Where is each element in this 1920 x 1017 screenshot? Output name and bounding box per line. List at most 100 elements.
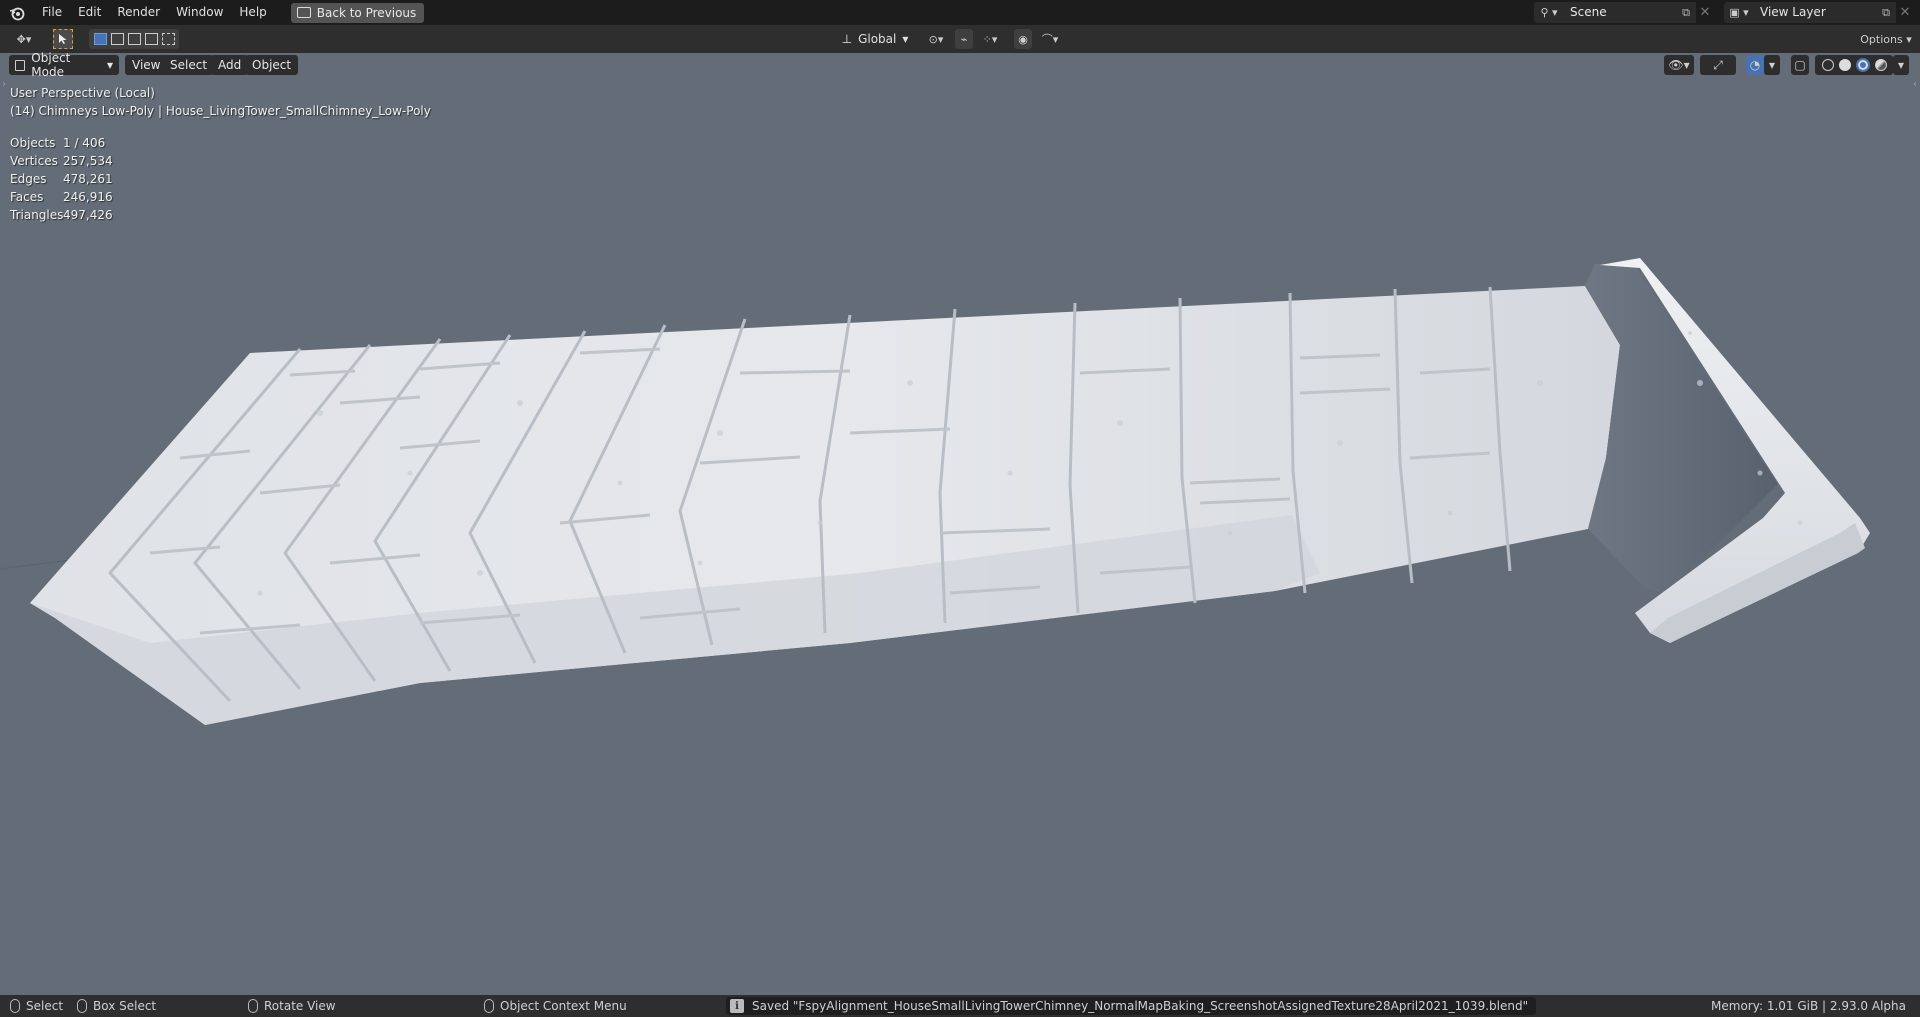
scene-statistics: Objects 1 / 406 Vertices 257,534 Edges 4…	[10, 134, 113, 224]
right-mouse-icon	[484, 999, 494, 1013]
orientation-axis-icon: ⊥	[841, 32, 853, 46]
status-box-select-hint: Box Select	[77, 998, 156, 1014]
add-menu[interactable]: Add	[211, 55, 249, 75]
stat-row-faces: Faces 246,916	[10, 188, 113, 206]
proportional-falloff-icon[interactable]: ⌒▾	[1036, 29, 1064, 49]
scene-name-field[interactable]: Scene	[1564, 2, 1676, 23]
view-layer-name-field[interactable]: View Layer	[1754, 2, 1876, 23]
proportional-edit-icon[interactable]: ◉	[1014, 29, 1032, 49]
back-to-previous-button[interactable]: Back to Previous	[290, 2, 425, 23]
status-box-select-label: Box Select	[93, 999, 157, 1013]
status-select-label: Select	[26, 999, 64, 1013]
options-dropdown[interactable]: Options ▾	[1858, 29, 1914, 49]
3d-viewport[interactable]: ‹ ›	[0, 53, 1920, 995]
stat-value: 497,426	[63, 208, 113, 222]
viewport-perspective-label: User Perspective (Local)	[10, 86, 155, 100]
status-select-hint: Select	[10, 998, 63, 1014]
view-menu[interactable]: View	[125, 55, 168, 75]
select-difference-icon[interactable]	[144, 33, 158, 45]
solid-shading-icon[interactable]	[1838, 59, 1851, 71]
visibility-icon[interactable]: 👁▾	[1664, 55, 1694, 75]
stat-row-edges: Edges 478,261	[10, 170, 113, 188]
shading-mode-group	[1815, 55, 1893, 75]
object-mode-dropdown[interactable]: Object Mode ▾	[9, 51, 119, 79]
menu-edit[interactable]: Edit	[70, 0, 109, 25]
rendered-shading-icon[interactable]	[1874, 59, 1887, 71]
stat-label: Edges	[10, 172, 47, 186]
stat-value: 257,534	[63, 154, 113, 168]
save-report[interactable]: i Saved "FspyAlignment_HouseSmallLivingT…	[726, 997, 1537, 1015]
chimney-model-render	[0, 258, 1870, 725]
wireframe-shading-icon[interactable]	[1821, 59, 1834, 71]
select-intersect-icon[interactable]	[161, 33, 175, 45]
select-new-icon[interactable]	[93, 33, 107, 45]
new-view-layer-icon[interactable]: ⧉	[1876, 2, 1896, 23]
chevron-down-icon: ▾	[106, 58, 113, 72]
view-layer-selector[interactable]: ▣ ▾ View Layer ⧉ ✕	[1724, 2, 1914, 23]
sidebar-toggle-icon[interactable]: ‹	[1913, 79, 1917, 90]
scene-icon[interactable]: ⚲ ▾	[1534, 2, 1564, 23]
delete-view-layer-icon[interactable]: ✕	[1896, 2, 1914, 23]
snap-toggle-icon[interactable]: ⌁	[955, 29, 973, 49]
stat-value: 1 / 406	[63, 136, 106, 150]
chevron-down-icon: ▾	[902, 32, 909, 46]
menu-window[interactable]: Window	[168, 0, 231, 25]
object-mode-label: Object Mode	[31, 51, 71, 79]
select-menu[interactable]: Select	[163, 55, 215, 75]
menu-render[interactable]: Render	[109, 0, 168, 25]
status-rotate-hint: Rotate View	[248, 998, 336, 1014]
info-icon: i	[730, 999, 744, 1013]
memory-version-label: Memory: 1.01 GiB | 2.93.0 Alpha	[1711, 999, 1906, 1013]
screen-icon	[296, 7, 311, 18]
gizmo-toggle-icon[interactable]: ⤢	[1700, 55, 1736, 75]
stat-value: 246,916	[63, 190, 113, 204]
stat-label: Faces	[10, 190, 44, 204]
blender-logo-icon[interactable]	[6, 2, 28, 24]
status-context-hint: Object Context Menu	[484, 998, 627, 1014]
viewport-header: Object Mode ▾ View Select Add Object 👁▾ …	[0, 51, 1920, 79]
overlays-toggle-icon[interactable]: ◔	[1746, 55, 1764, 75]
transform-orientation-dropdown[interactable]: ⊥ Global ▾	[836, 29, 914, 49]
tool-header: ✥▾ ⊥ Global ▾ ⊙▾ ⌁ ⁘▾ ◉ ⌒▾ Options ▾	[0, 25, 1920, 53]
orientation-label: Global	[858, 32, 897, 46]
selection-mode-group	[89, 29, 179, 49]
stat-row-triangles: Triangles 497,426	[10, 206, 113, 224]
status-bar: Select Box Select Rotate View Object Con…	[0, 995, 1920, 1017]
stat-label: Vertices	[10, 154, 58, 168]
pivot-point-icon[interactable]: ⊙▾	[922, 29, 950, 49]
top-menu-bar: File Edit Render Window Help Back to Pre…	[0, 0, 1920, 25]
save-report-message: Saved "FspyAlignment_HouseSmallLivingTow…	[752, 999, 1529, 1013]
active-object-info: (14) Chimneys Low-Poly | House_LivingTow…	[10, 104, 431, 118]
scene-selector[interactable]: ⚲ ▾ Scene ⧉ ✕	[1534, 2, 1714, 23]
back-to-previous-label: Back to Previous	[316, 5, 417, 20]
stat-label: Objects	[10, 136, 56, 150]
shading-dropdown-icon[interactable]: ▾	[1893, 55, 1909, 75]
left-mouse-drag-icon	[77, 999, 87, 1013]
xray-toggle-icon[interactable]: ▢	[1791, 55, 1809, 75]
status-rotate-label: Rotate View	[264, 999, 336, 1013]
stat-value: 478,261	[63, 172, 113, 186]
stat-row-objects: Objects 1 / 406	[10, 134, 113, 152]
editor-type-icon[interactable]: ✥▾	[9, 29, 39, 49]
menu-help[interactable]: Help	[231, 0, 274, 25]
stat-label: Triangles	[10, 208, 64, 222]
select-tool-icon[interactable]	[53, 29, 73, 49]
snap-target-icon[interactable]: ⁘▾	[976, 29, 1004, 49]
new-scene-icon[interactable]: ⧉	[1676, 2, 1696, 23]
select-subtract-icon[interactable]	[127, 33, 141, 45]
status-context-label: Object Context Menu	[500, 999, 627, 1013]
overlays-dropdown-icon[interactable]: ▾	[1764, 55, 1780, 75]
delete-scene-icon[interactable]: ✕	[1696, 2, 1714, 23]
material-shading-icon[interactable]	[1855, 58, 1870, 72]
toolbar-toggle-icon[interactable]: ›	[2, 79, 6, 90]
memory-version-info: Memory: 1.01 GiB | 2.93.0 Alpha	[1711, 998, 1906, 1014]
select-extend-icon[interactable]	[110, 33, 124, 45]
middle-mouse-icon	[248, 999, 258, 1013]
object-mode-icon	[15, 59, 26, 71]
options-label: Options	[1860, 32, 1903, 46]
stat-row-vertices: Vertices 257,534	[10, 152, 113, 170]
view-layer-icon[interactable]: ▣ ▾	[1724, 2, 1754, 23]
menu-file[interactable]: File	[34, 0, 70, 25]
left-mouse-icon	[10, 999, 20, 1013]
object-menu[interactable]: Object	[245, 55, 299, 75]
